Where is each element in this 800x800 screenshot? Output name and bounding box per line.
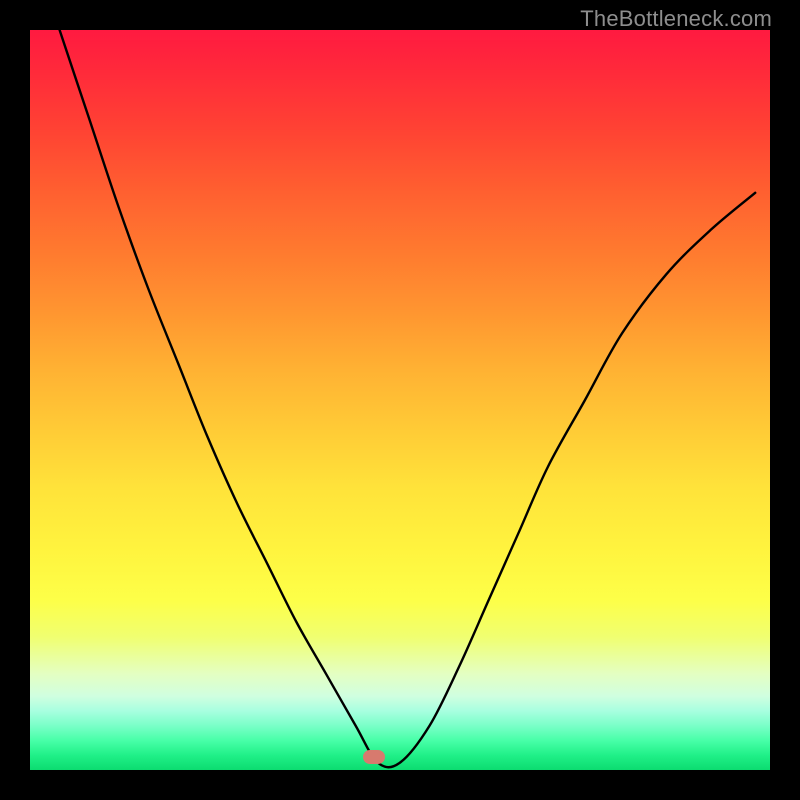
minimum-marker [363, 750, 385, 764]
plot-area [30, 30, 770, 770]
chart-container: TheBottleneck.com [0, 0, 800, 800]
bottleneck-curve [30, 30, 770, 770]
watermark-text: TheBottleneck.com [580, 6, 772, 32]
